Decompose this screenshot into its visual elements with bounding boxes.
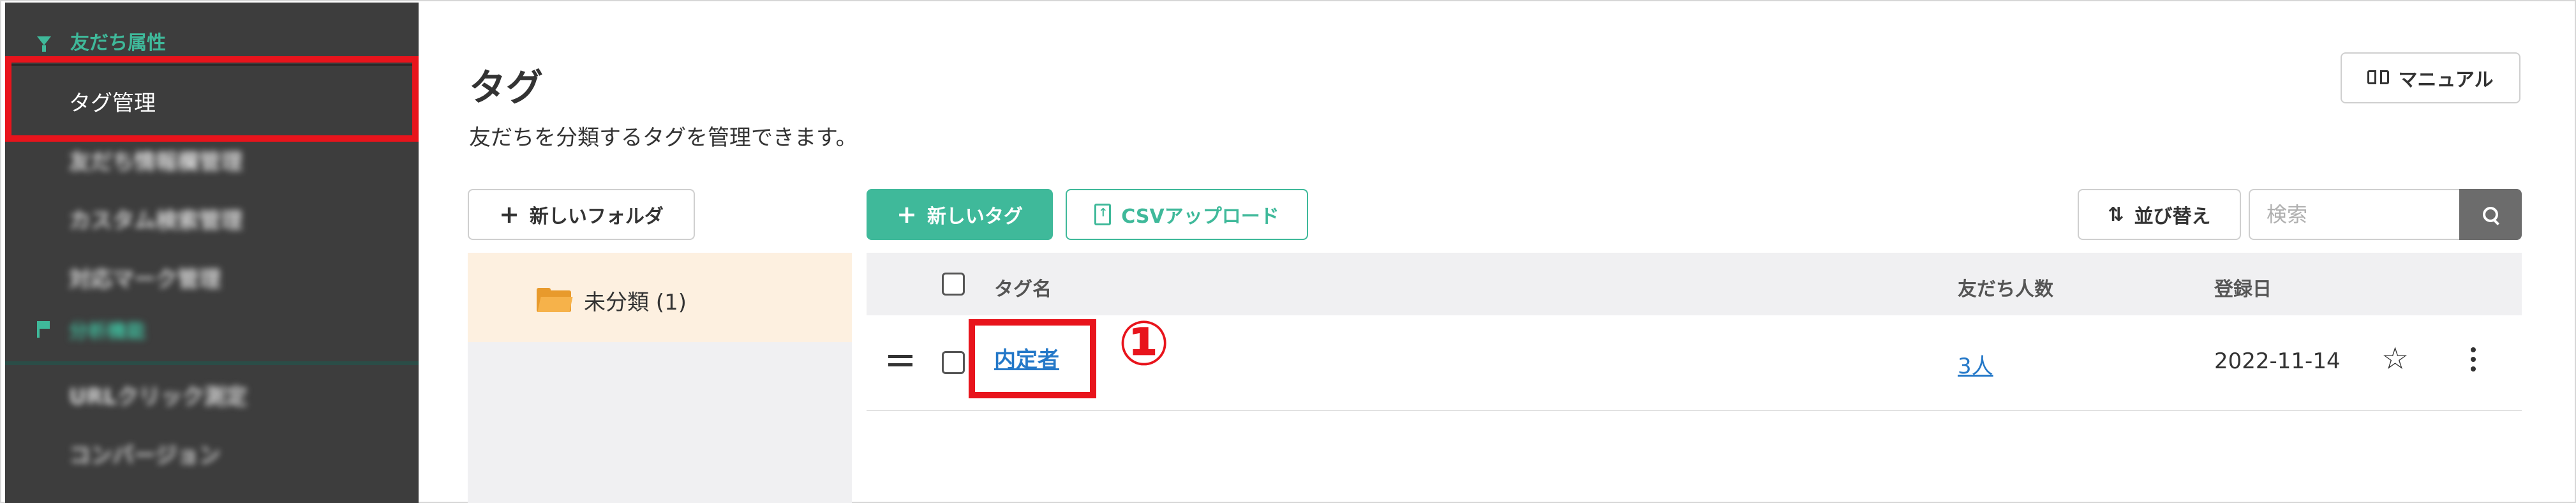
new-tag-label: 新しいタグ xyxy=(927,206,1023,228)
sort-label: 並び替え xyxy=(2134,206,2211,228)
page-title: タグ xyxy=(469,66,544,109)
search-input[interactable] xyxy=(2249,189,2459,240)
folder-icon xyxy=(537,288,573,312)
new-folder-label: 新しいフォルダ xyxy=(529,206,664,228)
table-header: タグ名 友だち人数 登録日 xyxy=(867,253,2522,315)
sidebar-section-analytics[interactable]: 分析機能 xyxy=(37,315,145,343)
column-header-registered-date[interactable]: 登録日 xyxy=(2214,273,2272,301)
step-marker: ① xyxy=(1118,308,1170,379)
sidebar-item-conversion[interactable]: コンバージョン xyxy=(69,438,220,469)
book-icon xyxy=(2367,70,2390,86)
sidebar-item-friend-info[interactable]: 友だち情報欄管理 xyxy=(69,144,242,176)
plus-icon: + xyxy=(499,200,519,229)
search-bar xyxy=(2249,189,2522,240)
sidebar-divider xyxy=(5,361,419,365)
sidebar-item-url-click[interactable]: URLクリック測定 xyxy=(69,379,247,410)
manual-button[interactable]: マニュアル xyxy=(2341,52,2520,103)
folder-label: 未分類 (1) xyxy=(584,290,687,315)
filter-icon xyxy=(37,36,51,52)
row-checkbox[interactable] xyxy=(942,351,965,374)
highlight-box-tag-management xyxy=(5,56,419,142)
friend-count-link[interactable]: 3人 xyxy=(1958,349,1993,380)
drag-handle-icon[interactable] xyxy=(888,355,912,369)
column-header-friend-count[interactable]: 友だち人数 xyxy=(1958,273,2053,301)
plus-icon: + xyxy=(897,200,917,229)
csv-upload-label: CSVアップロード xyxy=(1121,206,1279,228)
page-description: 友だちを分類するタグを管理できます。 xyxy=(469,125,858,151)
sidebar-section-label: 分析機能 xyxy=(69,320,145,343)
table-row: 内定者 3人 2022-11-14 ☆ xyxy=(867,315,2522,411)
flag-icon xyxy=(37,321,50,338)
file-upload-icon xyxy=(1094,204,1112,225)
column-header-tag-name[interactable]: タグ名 xyxy=(994,273,1052,301)
csv-upload-button[interactable]: CSVアップロード xyxy=(1066,189,1308,240)
highlight-box-tag-link xyxy=(969,319,1096,398)
sort-button[interactable]: ⇅ 並び替え xyxy=(2078,189,2241,240)
new-tag-button[interactable]: + 新しいタグ xyxy=(867,189,1053,240)
new-folder-button[interactable]: + 新しいフォルダ xyxy=(468,189,695,240)
manual-button-label: マニュアル xyxy=(2398,69,2494,91)
star-icon[interactable]: ☆ xyxy=(2381,343,2409,374)
more-options-icon[interactable] xyxy=(2471,347,2477,376)
sidebar-section-friend-attributes[interactable]: 友だち属性 xyxy=(37,27,166,55)
sidebar-item-response-mark[interactable]: 対応マーク管理 xyxy=(69,262,221,293)
sidebar-section-label: 友だち属性 xyxy=(70,32,166,54)
search-icon xyxy=(2483,207,2498,222)
sidebar-item-custom-search[interactable]: カスタム検索管理 xyxy=(69,203,242,234)
folder-item-uncategorized[interactable]: 未分類 (1) xyxy=(468,253,852,342)
sort-icon: ⇅ xyxy=(2108,203,2124,226)
select-all-checkbox[interactable] xyxy=(942,273,965,296)
registered-date: 2022-11-14 xyxy=(2214,349,2341,374)
folder-panel: 未分類 (1) xyxy=(468,253,852,503)
search-button[interactable] xyxy=(2459,189,2522,240)
